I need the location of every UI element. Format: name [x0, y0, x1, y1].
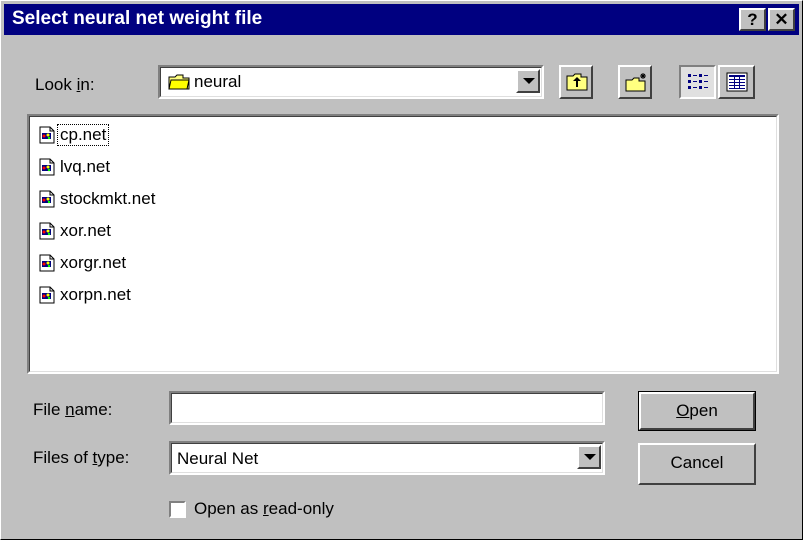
- up-folder-icon: [566, 73, 588, 96]
- chevron-down-icon: [523, 78, 535, 84]
- readonly-label[interactable]: Open as read-only: [194, 499, 334, 519]
- net-file-icon: [39, 254, 55, 272]
- open-button[interactable]: Open: [638, 391, 756, 431]
- file-list[interactable]: cp.net lvq.net stockmkt.net xor.net xorgr.ne…: [27, 114, 779, 374]
- net-file-icon: [39, 222, 55, 240]
- create-new-folder-button[interactable]: [618, 65, 652, 99]
- file-dialog: Select neural net weight file ? ✕ Look i…: [0, 0, 803, 540]
- chevron-down-icon: [584, 454, 596, 460]
- folder-icon: [168, 74, 190, 90]
- cancel-button[interactable]: Cancel: [638, 443, 756, 485]
- list-item[interactable]: cp.net: [39, 122, 110, 148]
- net-file-icon: [39, 286, 55, 304]
- help-button[interactable]: ?: [739, 8, 766, 31]
- list-item[interactable]: lvq.net: [39, 154, 112, 180]
- net-file-icon: [39, 190, 55, 208]
- list-item[interactable]: xorpn.net: [39, 282, 133, 308]
- file-name-text: xorpn.net: [60, 285, 131, 304]
- dialog-title: Select neural net weight file: [12, 8, 263, 29]
- look-in-dropdown-button[interactable]: [516, 69, 540, 93]
- file-type-value: Neural Net: [177, 449, 259, 468]
- file-name-text: lvq.net: [60, 157, 111, 176]
- open-button-label: Open: [676, 401, 718, 420]
- details-view-button[interactable]: [718, 65, 755, 99]
- list-view-button[interactable]: [679, 65, 716, 99]
- file-name-text: xorgr.net: [60, 253, 127, 272]
- file-type-dropdown-button[interactable]: [577, 445, 601, 469]
- look-in-label: Look in:: [35, 75, 95, 94]
- look-in-combo[interactable]: neural: [158, 65, 544, 99]
- close-button[interactable]: ✕: [768, 8, 795, 31]
- net-file-icon: [39, 158, 55, 176]
- file-name-text: xor.net: [60, 221, 112, 240]
- title-bar[interactable]: Select neural net weight file ? ✕: [4, 4, 799, 35]
- file-type-label: Files of type:: [33, 448, 130, 467]
- file-name-input[interactable]: [169, 391, 605, 425]
- file-type-combo[interactable]: Neural Net: [169, 441, 605, 475]
- net-file-icon: [39, 126, 55, 144]
- list-item[interactable]: xorgr.net: [39, 250, 128, 276]
- readonly-checkbox[interactable]: [169, 501, 186, 518]
- list-item[interactable]: xor.net: [39, 218, 113, 244]
- file-name-label: File name:: [33, 400, 113, 419]
- list-item[interactable]: stockmkt.net: [39, 186, 157, 212]
- file-name-text: stockmkt.net: [60, 189, 156, 208]
- details-view-icon: [726, 72, 748, 97]
- file-name-text: cp.net: [56, 124, 110, 146]
- new-folder-icon: [625, 72, 649, 97]
- look-in-folder-name: neural: [194, 72, 242, 91]
- list-view-icon: [687, 72, 709, 97]
- up-one-level-button[interactable]: [559, 65, 593, 99]
